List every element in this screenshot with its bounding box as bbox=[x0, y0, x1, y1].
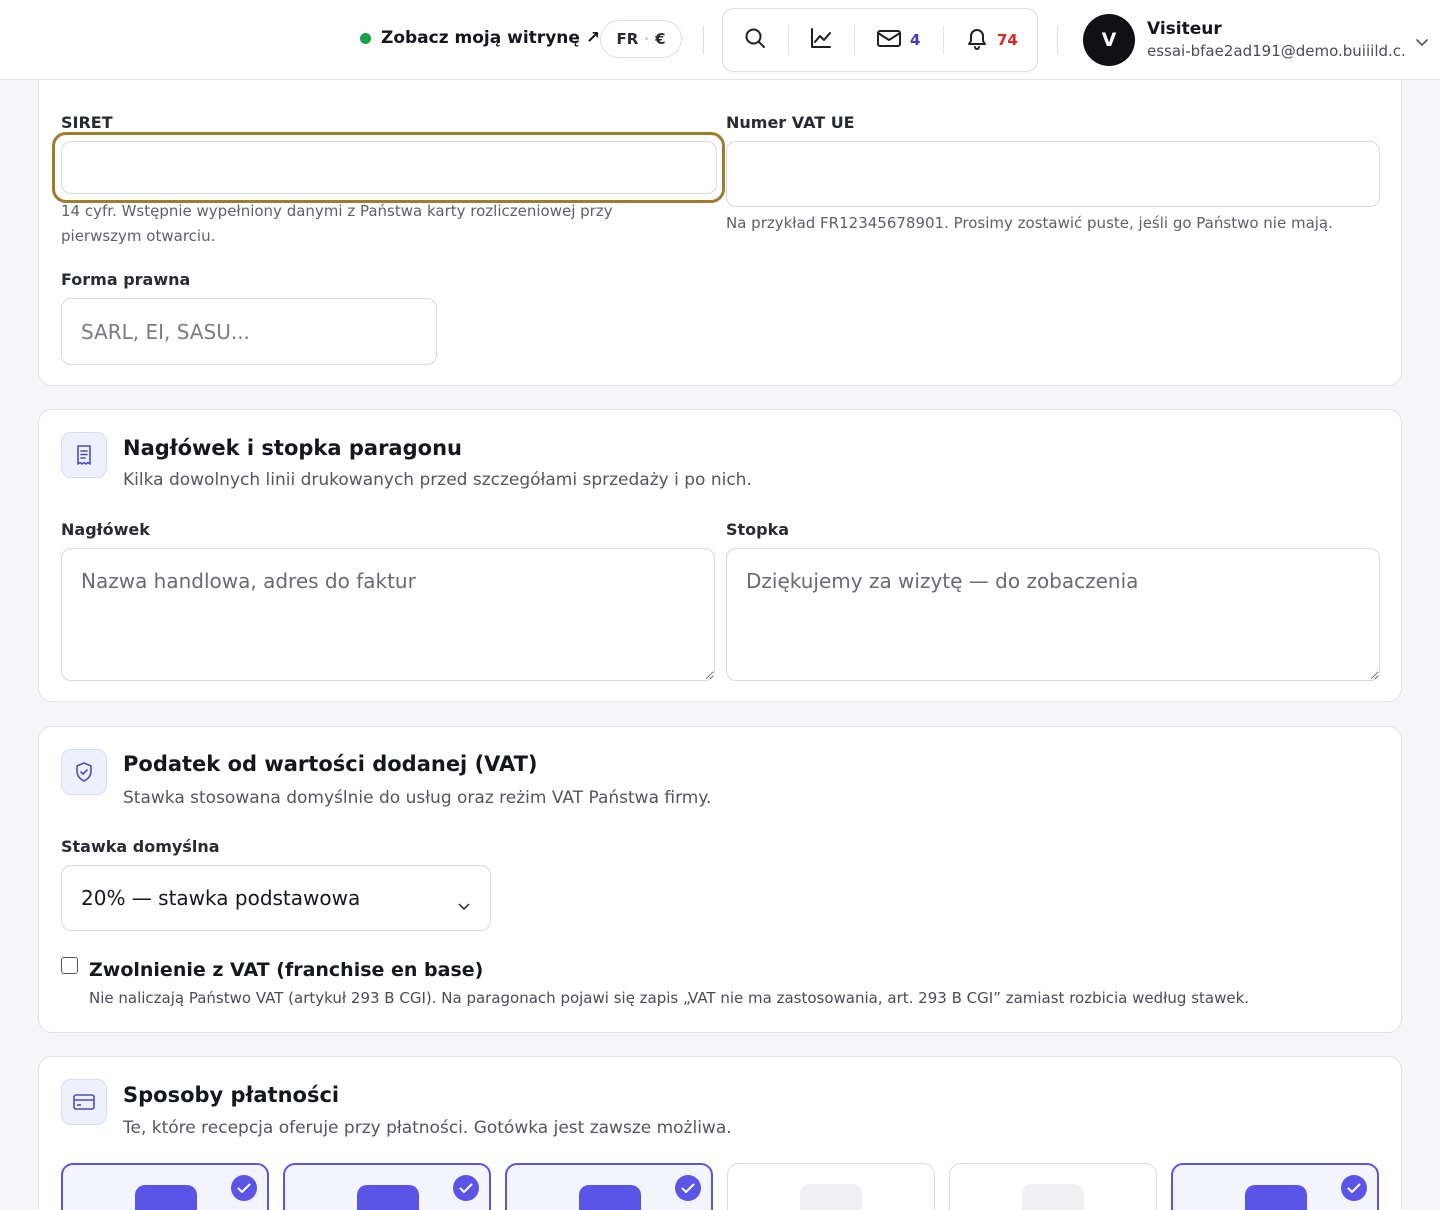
payment-methods-card: Sposoby płatności Te, które recepcja ofe… bbox=[38, 1056, 1402, 1210]
bell-icon bbox=[965, 25, 989, 55]
section-title: Sposoby płatności bbox=[123, 1083, 340, 1107]
avatar[interactable]: V bbox=[1083, 14, 1135, 66]
vat-exempt-checkbox[interactable] bbox=[61, 957, 78, 974]
vat-exempt-label[interactable]: Zwolnienie z VAT (franchise en base) bbox=[89, 959, 483, 981]
section-subtitle: Stawka stosowana domyślnie do usług oraz… bbox=[123, 788, 712, 808]
vat-number-label: Numer VAT UE bbox=[726, 113, 855, 132]
siret-input[interactable] bbox=[61, 141, 717, 194]
language-currency-switcher[interactable]: FR · € bbox=[600, 20, 682, 58]
shield-check-icon bbox=[61, 749, 107, 795]
chart-line-icon bbox=[809, 26, 833, 54]
receipt-footer-label: Stopka bbox=[726, 520, 790, 539]
receipt-icon bbox=[61, 432, 107, 478]
search-button[interactable] bbox=[743, 9, 767, 71]
siret-help-text: 14 cyfr. Wstępnie wypełniony danymi z Pa… bbox=[61, 202, 613, 245]
divider bbox=[1057, 26, 1058, 54]
default-rate-label: Stawka domyślna bbox=[61, 837, 220, 856]
payment-method-tile[interactable] bbox=[727, 1163, 935, 1210]
search-icon bbox=[743, 26, 767, 54]
default-rate-value: 20% — stawka podstawowa bbox=[81, 886, 361, 910]
payment-method-icon bbox=[579, 1185, 641, 1210]
currency-symbol: € bbox=[655, 30, 666, 48]
divider bbox=[703, 26, 704, 54]
mail-icon bbox=[876, 26, 902, 54]
notifications-button[interactable]: 74 bbox=[965, 9, 1018, 71]
view-site-link[interactable]: Zobacz moją witrynę ↗ bbox=[360, 28, 600, 48]
user-email: essai-bfae2ad191@demo.buiiild.c... bbox=[1147, 42, 1405, 60]
receipt-header-footer-card: Nagłówek i stopka paragonu Kilka dowolny… bbox=[38, 409, 1402, 702]
vat-exempt-help-text: Nie naliczają Państwo VAT (artykuł 293 B… bbox=[89, 989, 1250, 1007]
payment-method-icon bbox=[1022, 1184, 1084, 1210]
section-title: Podatek od wartości dodanej (VAT) bbox=[123, 752, 538, 776]
check-icon bbox=[453, 1175, 479, 1201]
view-site-label: Zobacz moją witrynę ↗ bbox=[381, 28, 601, 48]
chevron-down-icon bbox=[458, 892, 470, 916]
section-subtitle: Kilka dowolnych linii drukowanych przed … bbox=[123, 470, 752, 490]
top-bar: Zobacz moją witrynę ↗ FR · € 4 74 V Visi… bbox=[0, 0, 1440, 80]
siret-label: SIRET bbox=[61, 113, 113, 132]
vat-settings-card: Podatek od wartości dodanej (VAT) Stawka… bbox=[38, 726, 1402, 1033]
section-title: Nagłówek i stopka paragonu bbox=[123, 436, 462, 460]
divider bbox=[943, 26, 944, 54]
credit-card-icon bbox=[61, 1079, 107, 1125]
payment-method-tile[interactable] bbox=[505, 1163, 713, 1210]
receipt-footer-textarea[interactable] bbox=[726, 548, 1380, 681]
vat-number-input[interactable] bbox=[726, 141, 1380, 207]
company-details-card: SIRET 14 cyfr. Wstępnie wypełniony danym… bbox=[38, 40, 1402, 386]
online-status-dot bbox=[360, 32, 371, 44]
user-name[interactable]: Visiteur bbox=[1147, 19, 1222, 39]
check-icon bbox=[231, 1175, 257, 1201]
payment-method-tile[interactable] bbox=[283, 1163, 491, 1210]
receipt-header-textarea[interactable] bbox=[61, 548, 715, 681]
payment-method-icon bbox=[800, 1184, 862, 1210]
default-rate-select[interactable]: 20% — stawka podstawowa bbox=[61, 865, 491, 931]
payment-method-tile[interactable] bbox=[949, 1163, 1157, 1210]
check-icon bbox=[675, 1175, 701, 1201]
section-subtitle: Te, które recepcja oferuje przy płatnośc… bbox=[123, 1118, 732, 1138]
chevron-down-icon[interactable] bbox=[1416, 32, 1428, 51]
payment-method-icon bbox=[357, 1185, 419, 1210]
statistics-button[interactable] bbox=[809, 9, 833, 71]
payment-method-tile[interactable] bbox=[1171, 1163, 1379, 1210]
notifications-count: 74 bbox=[997, 31, 1018, 49]
language-code: FR bbox=[616, 30, 639, 48]
legal-form-input[interactable] bbox=[61, 298, 437, 365]
divider bbox=[788, 26, 789, 54]
vat-number-help-text: Na przykład FR12345678901. Prosimy zosta… bbox=[726, 214, 1333, 232]
receipt-header-label: Nagłówek bbox=[61, 520, 150, 539]
divider bbox=[854, 26, 855, 54]
messages-button[interactable]: 4 bbox=[876, 9, 920, 71]
legal-form-label: Forma prawna bbox=[61, 270, 191, 289]
payment-method-tile[interactable] bbox=[61, 1163, 269, 1210]
payment-method-icon bbox=[1245, 1185, 1307, 1210]
language-separator: · bbox=[644, 30, 650, 48]
payment-method-icon bbox=[135, 1185, 197, 1210]
messages-count: 4 bbox=[910, 31, 921, 49]
check-icon bbox=[1341, 1175, 1367, 1201]
quick-actions-bar: 4 74 bbox=[722, 8, 1038, 72]
